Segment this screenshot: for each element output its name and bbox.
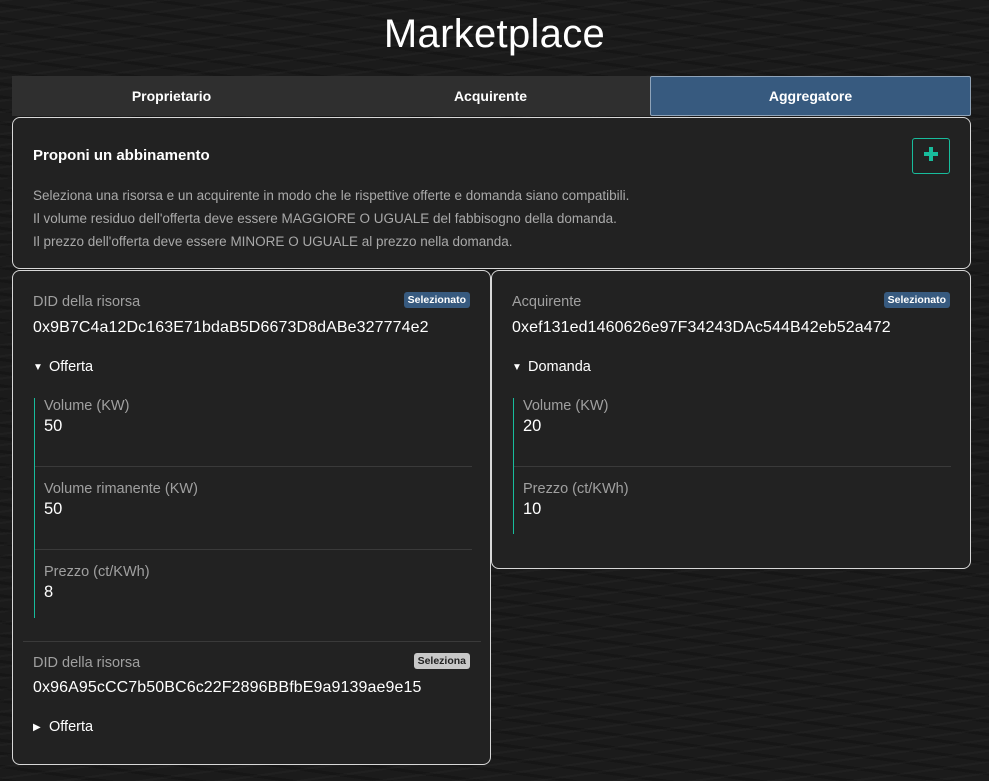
detail-volume: Volume (KW) 50	[44, 398, 129, 436]
demand-toggle-label: Domanda	[528, 359, 591, 375]
caret-right-icon: ▶	[33, 721, 41, 733]
selected-badge[interactable]: Selezionato	[403, 292, 470, 308]
caret-down-icon: ▼	[33, 361, 43, 373]
buyer-address: 0xef131ed1460626e97F34243DAc544B42eb52a4…	[512, 319, 891, 336]
add-match-button[interactable]	[912, 138, 950, 174]
caret-down-icon: ▼	[512, 361, 522, 373]
detail-label: Volume rimanente (KW)	[44, 481, 198, 497]
detail-volume: Volume (KW) 20	[523, 398, 608, 436]
divider	[514, 466, 951, 467]
description-line: Seleziona una risorsa e un acquirente in…	[33, 188, 630, 203]
detail-value: 10	[523, 500, 542, 518]
demand-details: Volume (KW) 20 Prezzo (ct/KWh) 10	[513, 398, 951, 534]
role-tabs: Proprietario Acquirente Aggregatore	[12, 76, 971, 116]
resource-did-label: DID della risorsa	[33, 294, 141, 310]
demand-toggle[interactable]: ▼ Domanda	[512, 359, 591, 375]
tab-aggregatore[interactable]: Aggregatore	[650, 76, 971, 116]
divider	[35, 466, 472, 467]
offer-toggle[interactable]: ▼ Offerta	[33, 359, 93, 375]
resources-card: DID della risorsa Selezionato 0x9B7C4a12…	[12, 270, 491, 765]
detail-label: Volume (KW)	[523, 398, 609, 414]
offer-details: Volume (KW) 50 Volume rimanente (KW) 50 …	[34, 398, 472, 618]
propose-match-card: Proponi un abbinamento Seleziona una ris…	[12, 117, 971, 269]
description-line: Il volume residuo dell'offerta deve esse…	[33, 211, 617, 226]
detail-value: 20	[523, 417, 542, 435]
propose-description: Seleziona una risorsa e un acquirente in…	[33, 184, 629, 253]
offer-toggle[interactable]: ▶ Offerta	[33, 719, 93, 735]
tab-proprietario[interactable]: Proprietario	[12, 76, 331, 116]
detail-value: 50	[44, 417, 63, 435]
resource-did-label: DID della risorsa	[33, 655, 141, 671]
description-line: Il prezzo dell'offerta deve essere MINOR…	[33, 234, 513, 249]
select-badge[interactable]: Seleziona	[413, 653, 470, 669]
detail-value: 8	[44, 583, 54, 601]
detail-label: Volume (KW)	[44, 398, 130, 414]
detail-remaining-volume: Volume rimanente (KW) 50	[44, 481, 198, 519]
divider	[23, 641, 481, 642]
buyer-label: Acquirente	[512, 294, 582, 310]
propose-heading: Proponi un abbinamento	[33, 147, 210, 164]
detail-label: Prezzo (ct/KWh)	[44, 564, 150, 580]
buyer-card: Acquirente Selezionato 0xef131ed1460626e…	[491, 270, 971, 569]
offer-toggle-label: Offerta	[49, 359, 94, 375]
resource-did-value: 0x9B7C4a12Dc163E71bdaB5D6673D8dABe327774…	[33, 319, 429, 336]
selected-badge[interactable]: Selezionato	[883, 292, 950, 308]
detail-price: Prezzo (ct/KWh) 8	[44, 564, 150, 602]
tab-acquirente[interactable]: Acquirente	[331, 76, 650, 116]
divider	[35, 549, 472, 550]
plus-icon	[924, 146, 938, 166]
detail-price: Prezzo (ct/KWh) 10	[523, 481, 629, 519]
offer-toggle-label: Offerta	[49, 719, 94, 735]
resource-did-value: 0x96A95cCC7b50BC6c22F2896BBfbE9a9139ae9e…	[33, 679, 422, 696]
detail-label: Prezzo (ct/KWh)	[523, 481, 629, 497]
page-title: Marketplace	[383, 12, 606, 56]
detail-value: 50	[44, 500, 63, 518]
